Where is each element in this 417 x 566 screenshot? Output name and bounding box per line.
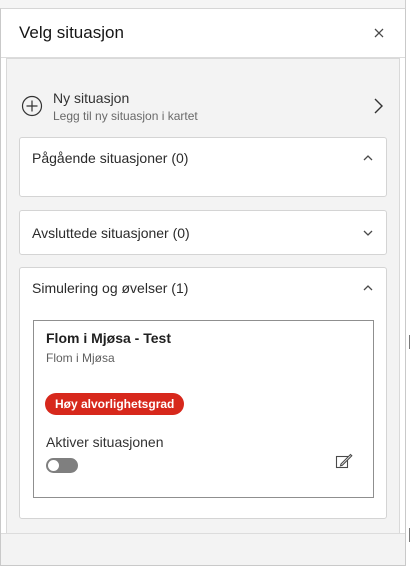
activate-toggle[interactable] — [46, 458, 78, 473]
edit-icon — [335, 453, 353, 469]
toggle-knob — [48, 460, 59, 471]
select-situation-panel: Velg situasjon Ny situasjon Legg til ny … — [0, 8, 406, 566]
section-closed-header[interactable]: Avsluttede situasjoner (0) — [20, 211, 386, 254]
map-edge-mark — [409, 528, 410, 542]
section-simulation: Simulering og øvelser (1) Flom i Mjøsa -… — [19, 267, 387, 519]
situation-title: Flom i Mjøsa - Test — [46, 330, 171, 346]
section-closed: Avsluttede situasjoner (0) — [19, 210, 387, 255]
panel-body: Ny situasjon Legg til ny situasjon i kar… — [6, 58, 400, 534]
situation-subtitle: Flom i Mjøsa — [46, 351, 115, 365]
new-situation-button[interactable]: Ny situasjon Legg til ny situasjon i kar… — [19, 76, 387, 136]
map-edge — [405, 0, 417, 566]
panel-title: Velg situasjon — [19, 23, 124, 42]
section-closed-title: Avsluttede situasjoner (0) — [32, 224, 190, 241]
section-ongoing-title: Pågående situasjoner (0) — [32, 150, 189, 166]
chevron-right-icon — [374, 98, 383, 114]
new-situation-title: Ny situasjon — [53, 89, 130, 106]
activate-label: Aktiver situasjonen — [46, 434, 164, 450]
section-ongoing: Pågående situasjoner (0) — [19, 137, 387, 197]
section-simulation-title: Simulering og øvelser (1) — [32, 280, 189, 296]
map-edge-mark — [409, 335, 410, 349]
edit-button[interactable] — [335, 452, 353, 470]
close-button[interactable] — [371, 25, 387, 41]
close-icon — [374, 28, 384, 38]
section-ongoing-header[interactable]: Pågående situasjoner (0) — [20, 138, 386, 178]
severity-badge: Høy alvorlighetsgrad — [45, 393, 185, 415]
panel-header: Velg situasjon — [1, 9, 405, 58]
map-backdrop — [0, 0, 417, 8]
chevron-down-icon — [363, 230, 373, 236]
new-situation-subtitle: Legg til ny situasjon i kartet — [53, 108, 198, 123]
chevron-up-icon — [363, 155, 373, 161]
situation-card[interactable]: Flom i Mjøsa - Test Flom i Mjøsa Høy alv… — [33, 320, 374, 498]
panel-footer — [1, 533, 405, 565]
chevron-up-icon — [363, 285, 373, 291]
plus-circle-icon — [21, 95, 43, 117]
section-simulation-header[interactable]: Simulering og øvelser (1) — [20, 268, 386, 308]
